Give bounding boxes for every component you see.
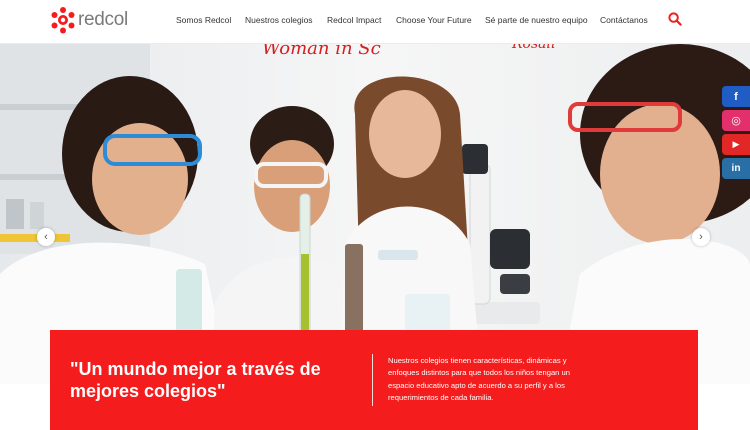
mission-banner: "Un mundo mejor a través de mejores cole…	[50, 330, 698, 430]
mission-quote: "Un mundo mejor a través de mejores cole…	[70, 359, 321, 401]
nav-redcol-impact[interactable]: Redcol Impact	[327, 15, 381, 25]
nav-choose-your-future[interactable]: Choose Your Future	[396, 15, 472, 25]
board-text-left: Woman in Sc	[262, 44, 381, 59]
redcol-logo-icon	[51, 7, 75, 34]
chevron-right-icon: ›	[699, 230, 703, 243]
nav-se-parte-equipo[interactable]: Sé parte de nuestro equipo	[485, 15, 588, 25]
nav-contactanos[interactable]: Contáctanos	[600, 15, 648, 25]
facebook-button[interactable]: f	[722, 86, 750, 107]
slider-next-button[interactable]: ›	[692, 228, 710, 246]
instagram-button[interactable]: ◎	[722, 110, 750, 131]
banner-divider	[372, 354, 373, 406]
search-icon[interactable]	[668, 12, 682, 26]
flask	[345, 244, 363, 339]
board-text-right: Rosali	[511, 44, 555, 52]
slider-prev-button[interactable]: ‹	[37, 228, 55, 246]
facebook-icon: f	[734, 90, 738, 103]
chevron-left-icon: ‹	[44, 230, 48, 243]
site-header: redcol Somos Redcol Nuestros colegios Re…	[0, 0, 750, 44]
youtube-icon: ▶	[732, 139, 740, 149]
nav-nuestros-colegios[interactable]: Nuestros colegios	[245, 15, 313, 25]
social-sidebar: f ◎ ▶ in	[722, 86, 750, 182]
linkedin-button[interactable]: in	[722, 158, 750, 179]
redcol-logo[interactable]: redcol	[50, 4, 128, 36]
youtube-button[interactable]: ▶	[722, 134, 750, 155]
instagram-icon: ◎	[731, 115, 741, 127]
logo-text: redcol	[78, 9, 128, 30]
beaker	[405, 294, 450, 334]
linkedin-icon: in	[731, 163, 741, 174]
nav-somos-redcol[interactable]: Somos Redcol	[176, 15, 231, 25]
mission-description: Nuestros colegios tienen características…	[388, 356, 570, 403]
